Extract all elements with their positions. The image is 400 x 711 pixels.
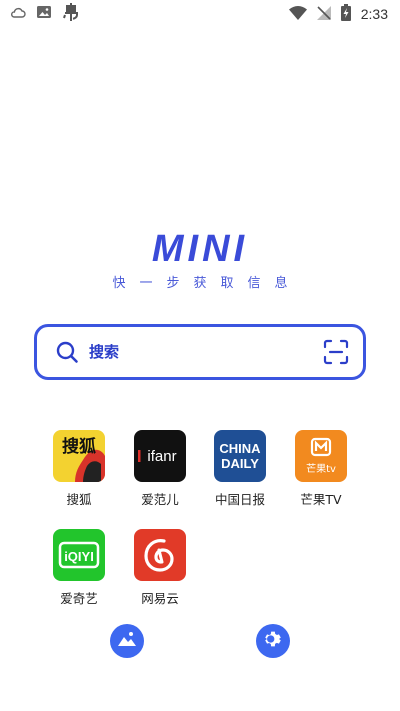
mango-tv-logo: 芒果tv — [295, 430, 347, 482]
app-label-iqiyi: 爱奇艺 — [60, 591, 98, 606]
home-screen: 2:33 MINI 快一步获取信息 搜狐 搜狐 ifanr — [0, 0, 400, 711]
app-chinadaily[interactable]: CHINA DAILY 中国日报 — [200, 430, 280, 508]
sohu-logo: 搜狐 — [53, 430, 105, 482]
search-box[interactable] — [34, 324, 366, 380]
battery-charging-icon — [340, 3, 351, 25]
wifi-icon — [288, 5, 307, 24]
bug-icon — [62, 3, 80, 25]
chinadaily-logo-text-2: DAILY — [221, 456, 259, 471]
mango-tv-logo-text: 芒果tv — [306, 462, 336, 475]
status-left — [10, 3, 80, 25]
app-label-chinadaily: 中国日报 — [214, 492, 265, 507]
ifanr-logo-text: ifanr — [147, 448, 176, 465]
settings-button[interactable] — [256, 624, 290, 658]
no-signal-icon — [316, 5, 331, 24]
app-label-ifanr: 爱范儿 — [141, 492, 179, 507]
scan-icon[interactable] — [323, 339, 349, 365]
app-logo: MINI — [151, 228, 249, 270]
search-input[interactable] — [89, 343, 323, 361]
status-time: 2:33 — [360, 6, 388, 22]
iqiyi-logo-text: iQIYI — [64, 549, 94, 564]
app-iqiyi[interactable]: iQIYI 爱奇艺 — [39, 529, 119, 607]
app-netease-music[interactable]: 网易云 — [120, 529, 200, 607]
chinadaily-logo: CHINA DAILY — [214, 430, 266, 482]
image-icon — [36, 4, 52, 24]
sohu-logo-text: 搜狐 — [62, 436, 96, 457]
search-icon — [55, 340, 79, 364]
iqiyi-logo: iQIYI — [53, 529, 105, 581]
gallery-button[interactable] — [110, 624, 144, 658]
app-label-sohu: 搜狐 — [66, 492, 92, 507]
netease-music-logo — [134, 529, 186, 581]
ifanr-logo: ifanr — [134, 430, 186, 482]
settings-icon — [262, 628, 284, 654]
status-bar: 2:33 — [0, 0, 400, 28]
tagline: 快一步获取信息 — [112, 276, 302, 291]
app-label-mango-tv: 芒果TV — [300, 492, 342, 507]
status-right: 2:33 — [288, 3, 388, 25]
app-sohu[interactable]: 搜狐 搜狐 — [39, 430, 119, 508]
cloud-icon — [10, 5, 26, 24]
chinadaily-logo-text-1: CHINA — [219, 441, 261, 456]
app-mango-tv[interactable]: 芒果tv 芒果TV — [281, 430, 361, 508]
app-ifanr[interactable]: ifanr 爱范儿 — [120, 430, 200, 508]
gallery-icon — [117, 629, 137, 653]
app-label-netease-music: 网易云 — [141, 591, 179, 606]
